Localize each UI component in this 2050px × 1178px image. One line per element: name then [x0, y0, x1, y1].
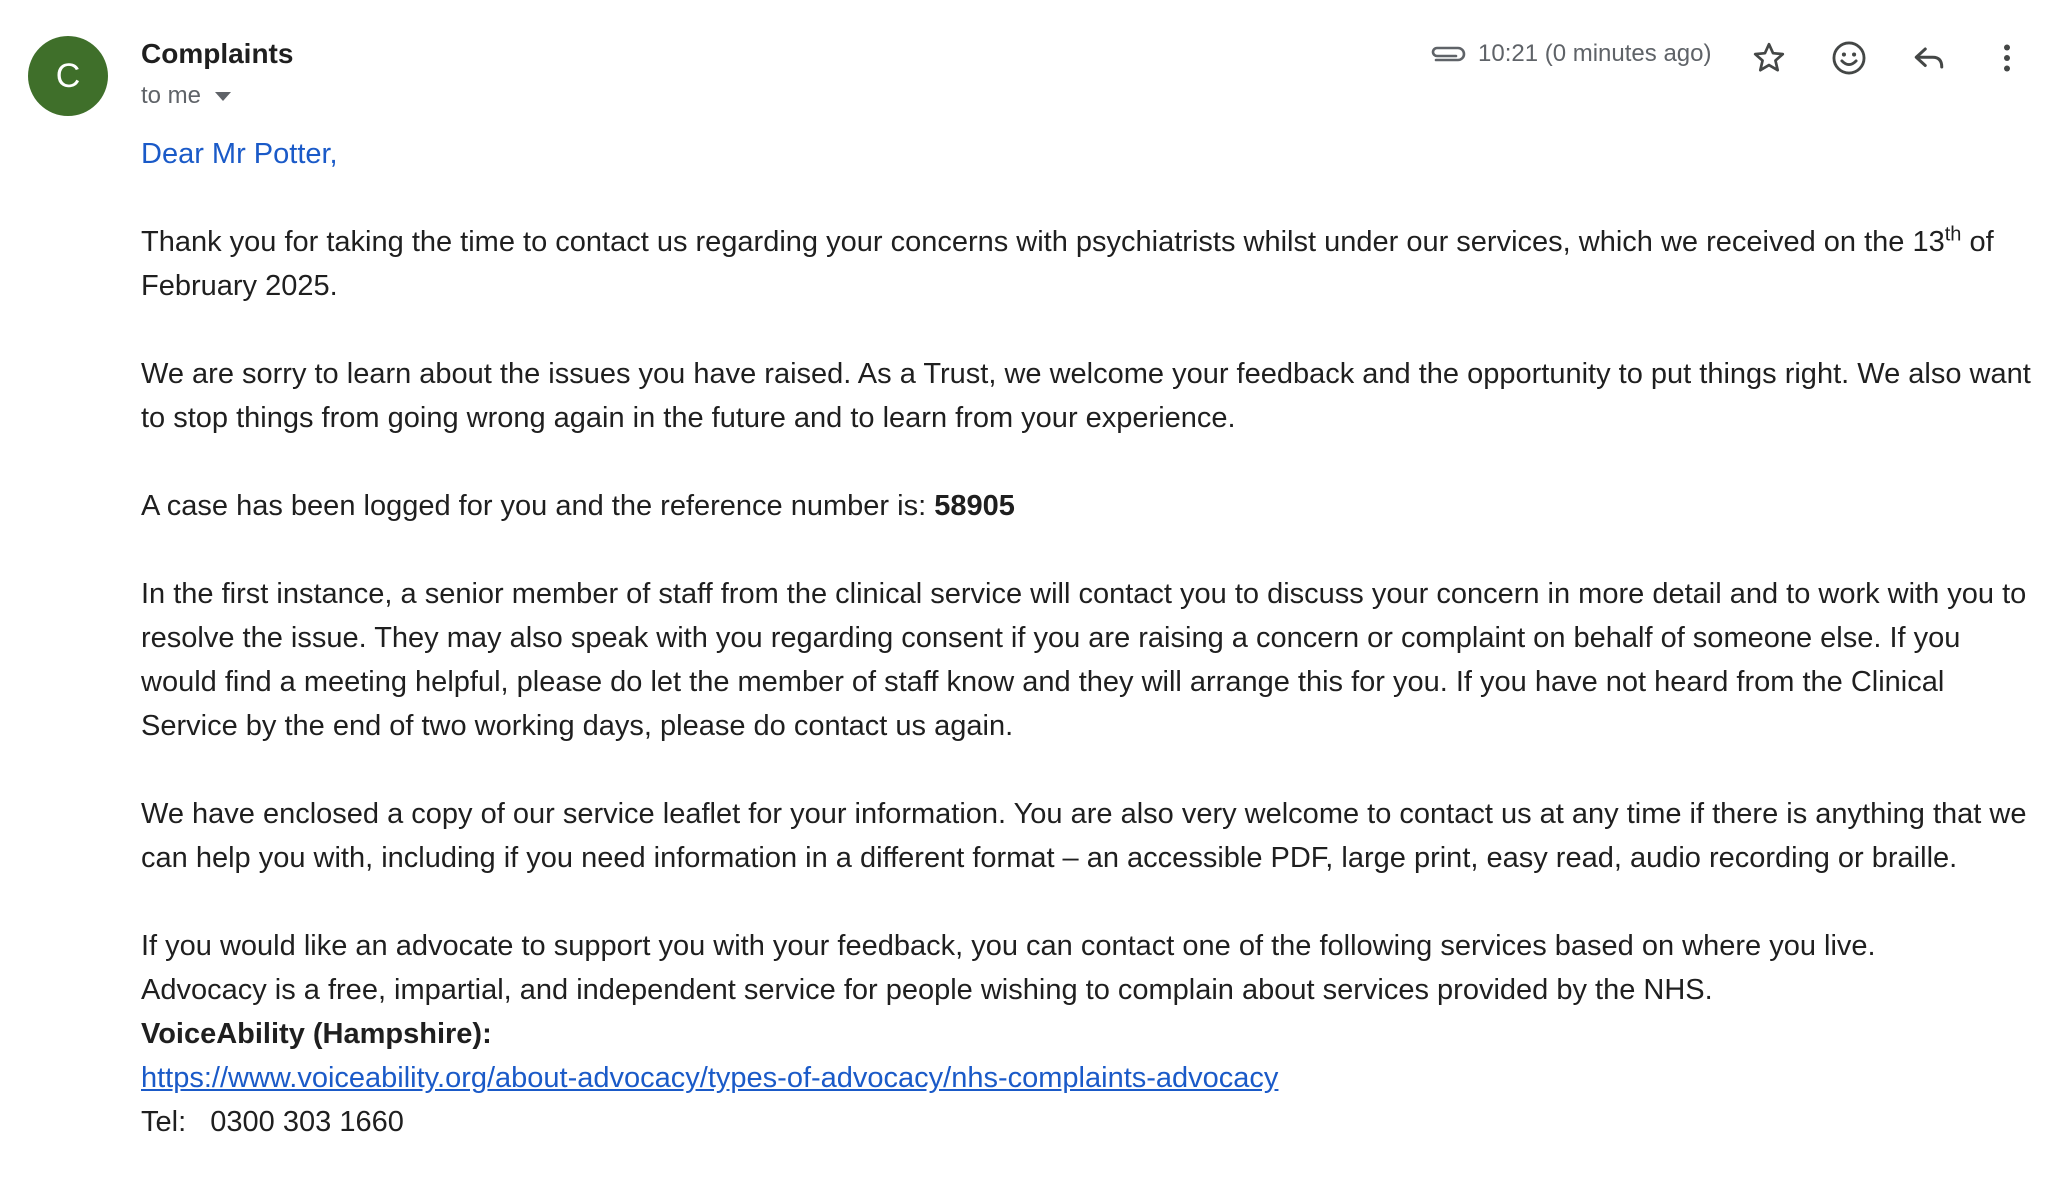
- paragraph-apology: We are sorry to learn about the issues y…: [141, 358, 2031, 434]
- email-timestamp[interactable]: 10:21 (0 minutes ago): [1478, 40, 1711, 68]
- reference-label: A case has been logged for you and the r…: [141, 490, 935, 522]
- recipient-row[interactable]: to me: [141, 82, 232, 110]
- paragraph-next-steps: In the first instance, a senior member o…: [141, 578, 2027, 742]
- paragraph-reference: A case has been logged for you and the r…: [141, 484, 2041, 528]
- more-options-button[interactable]: [1985, 36, 2029, 80]
- star-button[interactable]: [1747, 36, 1791, 80]
- paragraph-received-text: Thank you for taking the time to contact…: [141, 226, 1945, 258]
- email-body: Dear Mr Potter, Thank you for taking the…: [141, 132, 2041, 1144]
- sender-name[interactable]: Complaints: [141, 38, 293, 70]
- recipient-details-caret-icon[interactable]: [215, 91, 232, 101]
- reply-icon: [1914, 47, 1944, 69]
- recipient-label: to me: [141, 82, 202, 109]
- reply-button[interactable]: [1907, 36, 1951, 80]
- reference-number: 58905: [934, 490, 1015, 522]
- attachment-icon: [1431, 46, 1466, 62]
- paragraph-advocacy-description: Advocacy is a free, impartial, and indep…: [141, 974, 1713, 1006]
- paragraph-leaflet: We have enclosed a copy of our service l…: [141, 798, 2027, 874]
- emoji-icon: [1832, 41, 1866, 75]
- advocacy-organisation-name: VoiceAbility (Hampshire):: [141, 1018, 492, 1050]
- add-reaction-button[interactable]: [1827, 36, 1871, 80]
- advocacy-link[interactable]: https://www.voiceability.org/about-advoc…: [141, 1056, 2041, 1100]
- more-vert-icon: [2004, 44, 2010, 72]
- star-icon: [1753, 42, 1785, 72]
- paragraph-advocacy-intro: If you would like an advocate to support…: [141, 930, 1876, 962]
- ordinal-suffix: th: [1944, 223, 1962, 246]
- greeting: Dear Mr Potter,: [141, 138, 338, 170]
- sender-avatar: C: [28, 36, 108, 116]
- paragraph-received: Thank you for taking the time to contact…: [141, 220, 2041, 308]
- advocacy-telephone: Tel: 0300 303 1660: [141, 1106, 404, 1138]
